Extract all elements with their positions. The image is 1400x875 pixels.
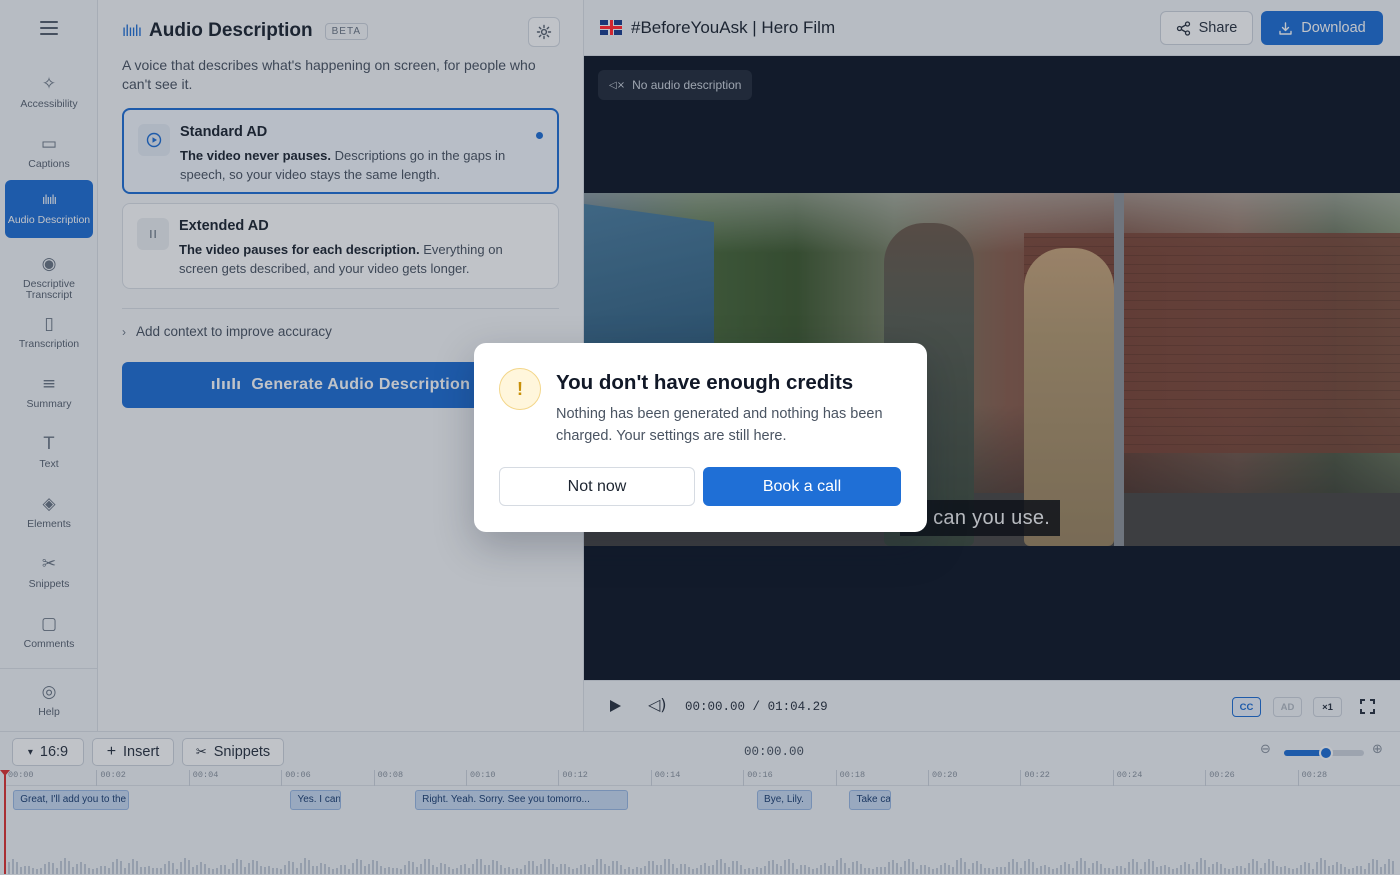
not-now-button[interactable]: Not now <box>499 467 695 506</box>
dialog-message: Nothing has been generated and nothing h… <box>556 406 883 444</box>
warning-icon: ! <box>499 368 541 410</box>
book-a-call-button[interactable]: Book a call <box>703 467 901 506</box>
insufficient-credits-dialog: ! You don't have enough credits Nothing … <box>474 343 927 532</box>
dialog-title: You don't have enough credits <box>556 371 854 394</box>
